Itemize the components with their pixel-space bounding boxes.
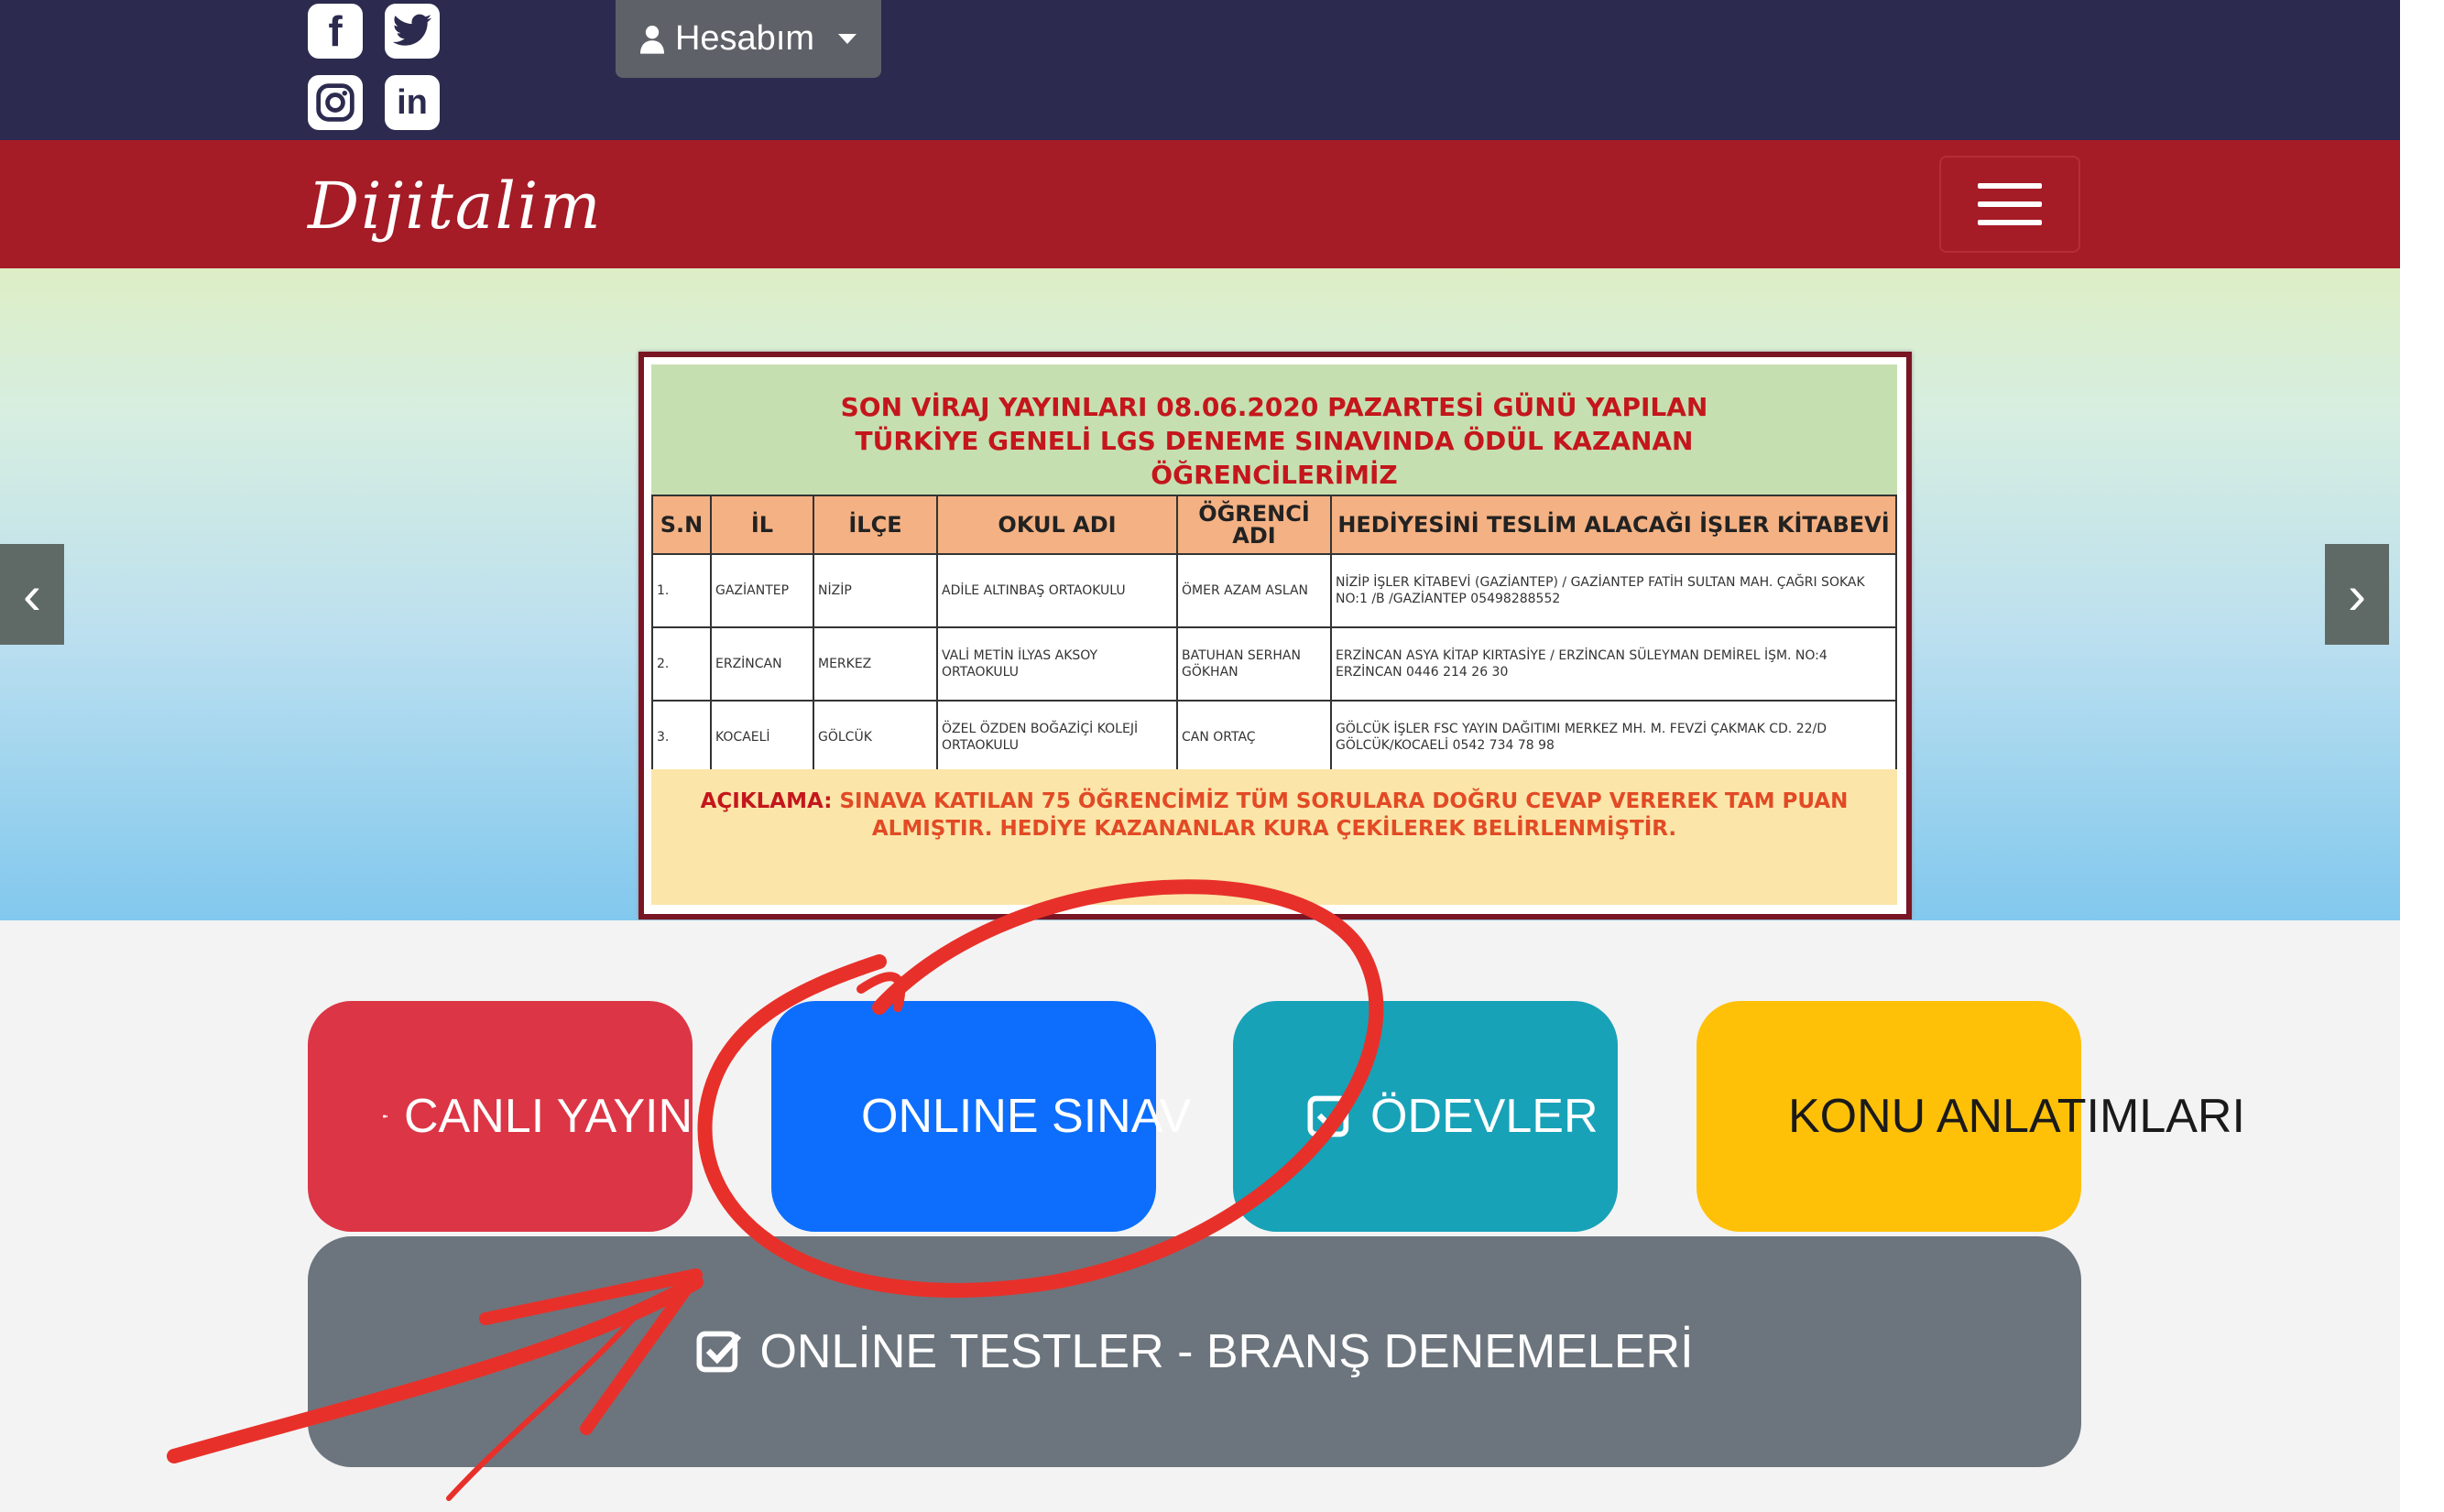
table-cell: ERZİNCAN (710, 626, 814, 702)
poster-title-line: TÜRKİYE GENELİ LGS DENEME SINAVINDA ÖDÜL… (855, 426, 1694, 456)
table-cell: GÖLCÜK (813, 700, 938, 775)
poster-title: SON VİRAJ YAYINLARI 08.06.2020 PAZARTESİ… (651, 364, 1897, 495)
live-stream-button[interactable]: CANLI YAYIN (308, 1001, 693, 1232)
online-tests-label: ONLİNE TESTLER - BRANŞ DENEMELERİ (759, 1325, 1694, 1378)
table-row: 2. ERZİNCAN MERKEZ VALİ METİN İLYAS AKSO… (651, 626, 1897, 702)
account-dropdown-button[interactable]: Hesabım (616, 0, 881, 78)
table-row: 3. KOCAELİ GÖLCÜK ÖZEL ÖZDEN BOĞAZİÇİ KO… (651, 700, 1897, 775)
table-cell: GAZİANTEP (710, 553, 814, 628)
poster-note-text: SINAVA KATILAN 75 ÖĞRENCİMİZ TÜM SORULAR… (839, 789, 1849, 841)
account-label: Hesabım (674, 19, 815, 58)
column-header: S.N (651, 495, 712, 555)
menu-toggle-button[interactable] (1939, 156, 2080, 253)
homework-button[interactable]: ÖDEVLER (1233, 1001, 1618, 1232)
online-exam-button[interactable]: ONLINE SINAV (771, 1001, 1191, 1232)
chevron-left-icon: ‹ (23, 563, 41, 625)
topic-lectures-label: KONU ANLATIMLARI (1788, 1090, 2245, 1143)
table-cell: 2. (651, 626, 712, 702)
table-cell: CAN ORTAÇ (1176, 700, 1332, 775)
brand-logo[interactable]: Dijitalim (308, 156, 603, 256)
table-cell: NİZİP (813, 553, 938, 628)
checkbox-icon (1307, 1095, 1353, 1137)
table-cell: MERKEZ (813, 626, 938, 702)
chevron-right-icon: › (2348, 563, 2366, 625)
poster-note: AÇIKLAMA: SINAVA KATILAN 75 ÖĞRENCİMİZ T… (651, 769, 1897, 905)
poster-note-label: AÇIKLAMA: (700, 789, 833, 813)
table-cell: ÖZEL ÖZDEN BOĞAZİÇİ KOLEJİ ORTAOKULU (936, 700, 1178, 775)
instagram-camera-glyph (316, 83, 355, 122)
table-row: 1. GAZİANTEP NİZİP ADİLE ALTINBAŞ ORTAOK… (651, 553, 1897, 628)
table-cell: 3. (651, 700, 712, 775)
hamburger-icon (1978, 220, 2042, 225)
table-cell: 1. (651, 553, 712, 628)
video-camera-icon (383, 1115, 387, 1118)
carousel-prev-button[interactable]: ‹ (0, 544, 64, 645)
poster-title-line: SON VİRAJ YAYINLARI 08.06.2020 PAZARTESİ… (840, 392, 1708, 422)
table-cell: NİZİP İŞLER KİTABEVİ (GAZİANTEP) / GAZİA… (1330, 553, 1897, 628)
winners-table: S.N İL İLÇE OKUL ADI ÖĞRENCİ ADI HEDİYES… (651, 495, 1897, 775)
poster-title-line: ÖĞRENCİLERİMİZ (1151, 460, 1398, 490)
carousel-next-button[interactable]: › (2325, 544, 2389, 645)
table-cell: BATUHAN SERHAN GÖKHAN (1176, 626, 1332, 702)
table-cell: ÖMER AZAM ASLAN (1176, 553, 1332, 628)
hamburger-icon (1978, 201, 2042, 207)
live-stream-label: CANLI YAYIN (404, 1090, 693, 1143)
chevron-down-icon (838, 34, 857, 44)
twitter-icon[interactable] (385, 4, 440, 59)
topic-lectures-button[interactable]: KONU ANLATIMLARI (1697, 1001, 2245, 1232)
twitter-bird-glyph (392, 14, 432, 46)
column-header: İL (710, 495, 814, 555)
table-cell: ADİLE ALTINBAŞ ORTAOKULU (936, 553, 1178, 628)
table-cell: GÖLCÜK İŞLER FSC YAYIN DAĞITIMI MERKEZ M… (1330, 700, 1897, 775)
table-header-row: S.N İL İLÇE OKUL ADI ÖĞRENCİ ADI HEDİYES… (651, 495, 1897, 555)
online-tests-button[interactable]: ONLİNE TESTLER - BRANŞ DENEMELERİ (308, 1236, 2081, 1467)
column-header: HEDİYESİNİ TESLİM ALACAĞI İŞLER KİTABEVİ (1330, 495, 1897, 555)
column-header: OKUL ADI (936, 495, 1178, 555)
homework-label: ÖDEVLER (1370, 1090, 1598, 1143)
linkedin-icon[interactable]: in (385, 75, 440, 130)
facebook-icon[interactable]: f (308, 4, 363, 59)
checkbox-icon (696, 1331, 742, 1373)
instagram-icon[interactable] (308, 75, 363, 130)
table-cell: ERZİNCAN ASYA KİTAP KIRTASİYE / ERZİNCAN… (1330, 626, 1897, 702)
online-exam-label: ONLINE SINAV (861, 1090, 1192, 1143)
table-cell: KOCAELİ (710, 700, 814, 775)
user-icon (639, 25, 664, 54)
column-header: İLÇE (813, 495, 938, 555)
award-poster-slide: SON VİRAJ YAYINLARI 08.06.2020 PAZARTESİ… (638, 352, 1912, 919)
table-cell: VALİ METİN İLYAS AKSOY ORTAOKULU (936, 626, 1178, 702)
column-header: ÖĞRENCİ ADI (1176, 495, 1332, 555)
hamburger-icon (1978, 183, 2042, 189)
